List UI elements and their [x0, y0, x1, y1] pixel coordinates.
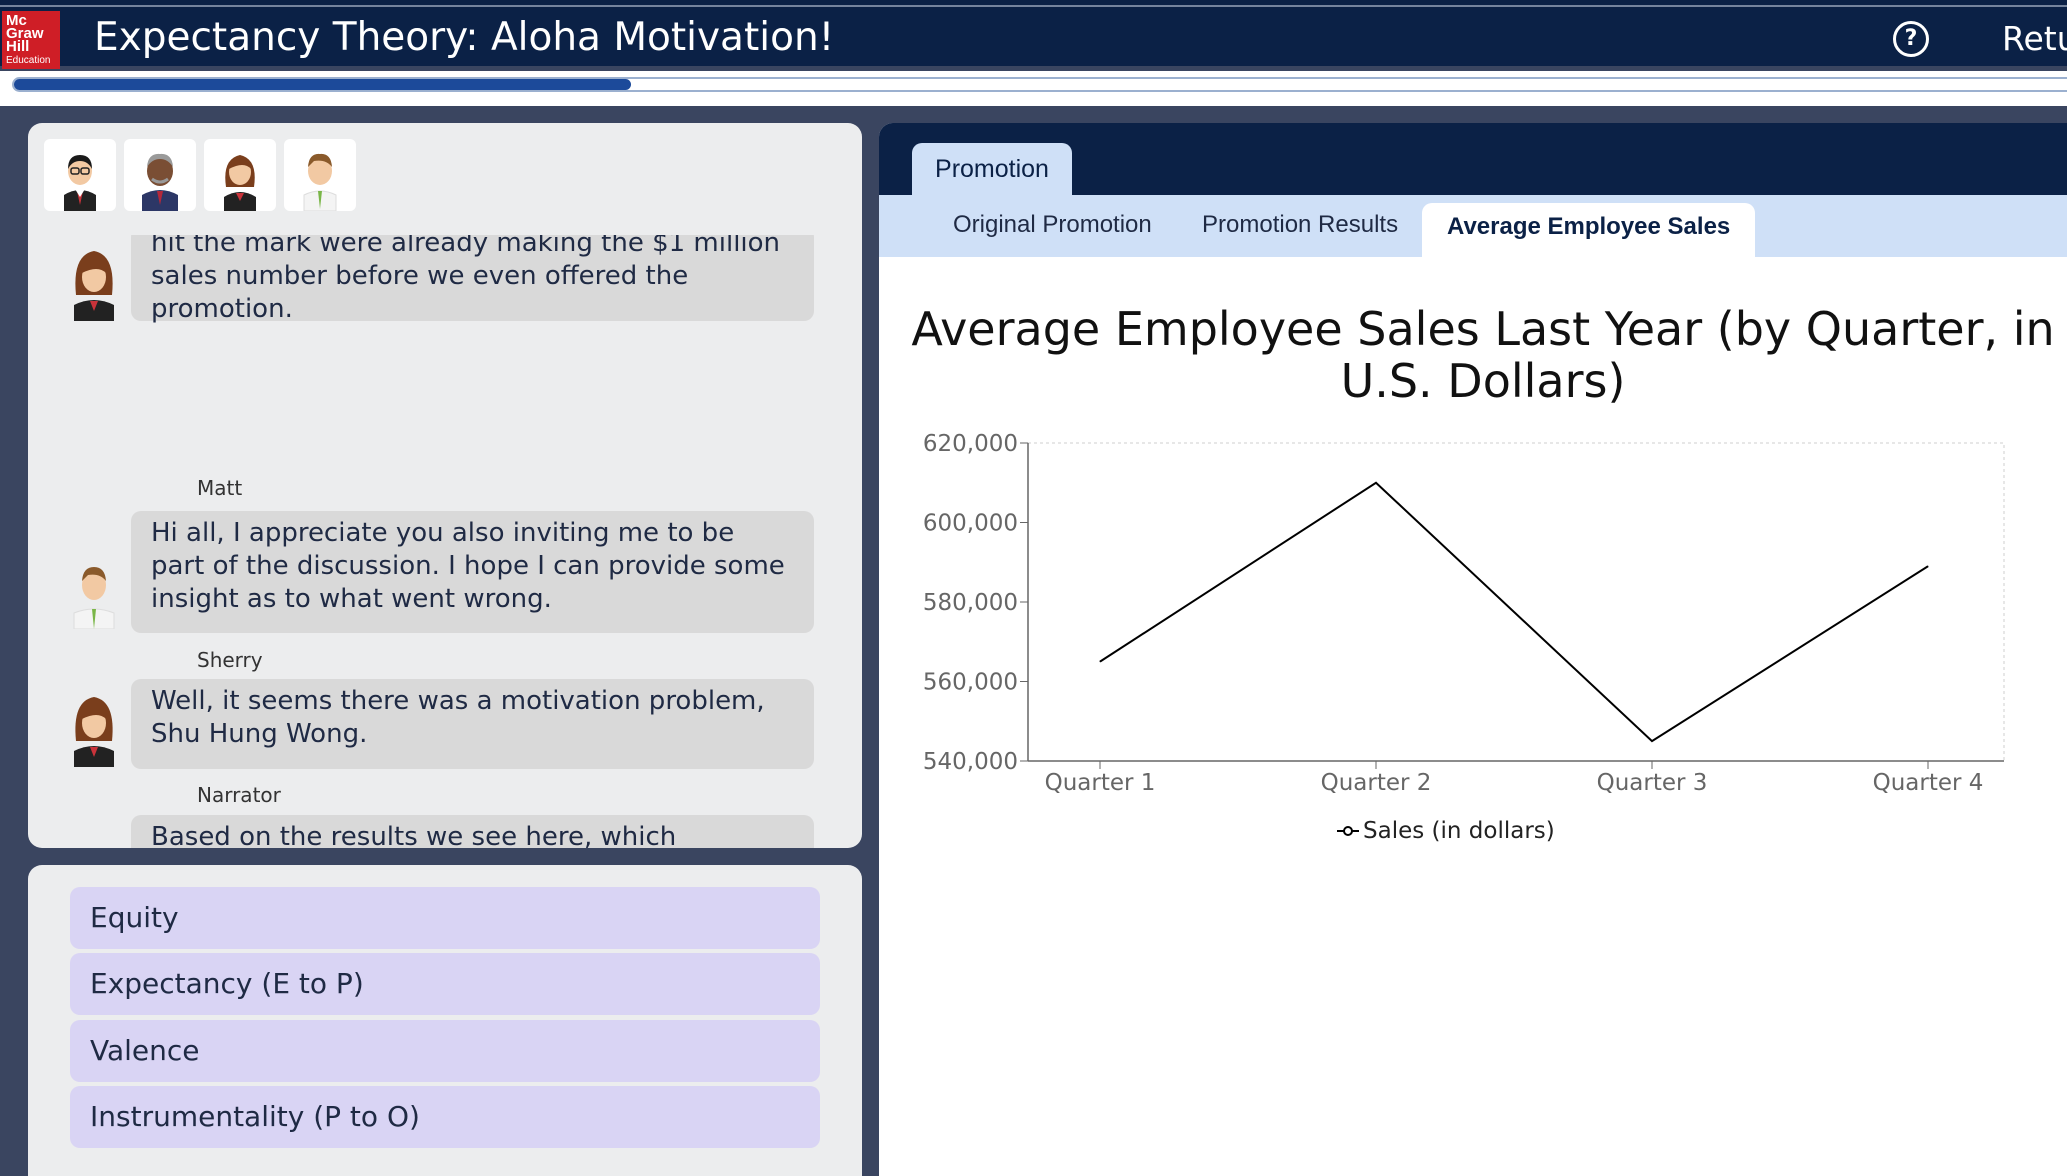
app-header: Mc Graw Hill Education Expectancy Theory…: [0, 0, 2067, 69]
exhibit-panel: Promotion Original Promotion Promotion R…: [879, 123, 2067, 1176]
chat-messages[interactable]: hit the mark were already making the $1 …: [28, 235, 862, 848]
y-tick-label: 600,000: [923, 511, 1018, 537]
speaker-name: Narrator: [197, 783, 281, 807]
y-tick-label: 580,000: [923, 590, 1018, 616]
subtab-bar: Original Promotion Promotion Results Ave…: [879, 195, 2067, 257]
elder-man-avatar[interactable]: [124, 139, 196, 211]
message-bubble: Well, it seems there was a motivation pr…: [131, 679, 814, 769]
subtab-average-employee-sales[interactable]: Average Employee Sales: [1422, 203, 1756, 257]
return-button[interactable]: Retu: [2002, 19, 2067, 58]
series-line-sales: [1099, 481, 1929, 743]
message-bubble: hit the mark were already making the $1 …: [131, 235, 814, 324]
narrator-avatar[interactable]: [44, 139, 116, 211]
help-icon[interactable]: ?: [1893, 21, 1929, 57]
y-tick-label: 560,000: [923, 670, 1018, 696]
x-tick-label: Quarter 1: [1045, 770, 1156, 796]
sales-line-chart: 540,000 560,000 580,000 600,000 620,000 Quart…: [923, 431, 2005, 844]
x-tick-label: Quarter 4: [1873, 770, 1984, 796]
matt-avatar[interactable]: [284, 139, 356, 211]
progress-bar: [12, 77, 2067, 92]
header-top-line: [0, 5, 2067, 7]
legend-marker: [1343, 826, 1353, 836]
chart-title-line-1: Average Employee Sales Last Year (by Qua…: [911, 302, 2055, 356]
y-tick-label: 620,000: [923, 431, 1018, 457]
answer-options-panel: Equity Expectancy (E to P) Valence Instr…: [28, 865, 862, 1176]
data-point: [1927, 565, 1929, 567]
data-point: [1099, 661, 1101, 663]
data-point: [1375, 482, 1377, 484]
option-valence[interactable]: Valence: [70, 1020, 820, 1082]
message-bubble: Hi all, I appreciate you also inviting m…: [131, 511, 814, 633]
message-bubble: Based on the results we see here, which …: [131, 815, 814, 848]
tab-promotion[interactable]: Promotion: [912, 143, 1072, 195]
chat-panel: hit the mark were already making the $1 …: [28, 123, 862, 848]
x-tick-label: Quarter 2: [1321, 770, 1432, 796]
participant-avatars: [44, 139, 356, 211]
y-tick-label: 540,000: [923, 749, 1018, 775]
sherry-face-icon: [74, 697, 114, 767]
speaker-name: Matt: [197, 476, 243, 500]
chart-title: Average Employee Sales Last Year (by Qua…: [879, 303, 2067, 407]
page-title: Expectancy Theory: Aloha Motivation!: [94, 15, 835, 60]
progress-fill: [14, 79, 631, 90]
plot-area: [1027, 442, 2005, 762]
sherry-face-icon: [74, 251, 114, 321]
subtab-promotion-results[interactable]: Promotion Results: [1202, 211, 1398, 239]
data-point: [1651, 740, 1653, 742]
speaker-name: Sherry: [197, 648, 263, 672]
progress-strip: [0, 71, 2067, 106]
matt-face-icon: [73, 567, 115, 629]
logo-line-education: Education: [6, 55, 51, 66]
sherry-avatar[interactable]: [204, 139, 276, 211]
subtab-original-promotion[interactable]: Original Promotion: [953, 211, 1152, 239]
chart-title-line-2: U.S. Dollars): [1340, 354, 1626, 408]
exhibit-header: Promotion: [879, 123, 2067, 195]
option-equity[interactable]: Equity: [70, 887, 820, 949]
option-instrumentality[interactable]: Instrumentality (P to O): [70, 1086, 820, 1148]
option-expectancy[interactable]: Expectancy (E to P): [70, 953, 820, 1015]
x-tick-label: Quarter 3: [1597, 770, 1708, 796]
legend-label: Sales (in dollars): [1363, 818, 1555, 844]
mcgraw-hill-logo: Mc Graw Hill Education: [2, 11, 60, 69]
